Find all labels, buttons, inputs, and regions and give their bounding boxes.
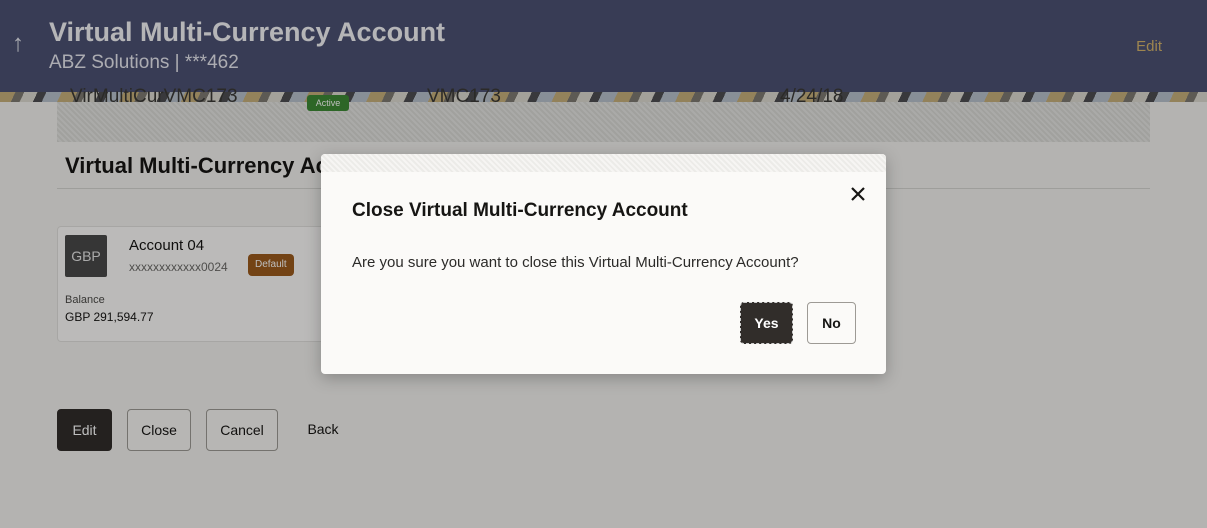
dialog-title: Close Virtual Multi-Currency Account xyxy=(352,200,688,221)
yes-button[interactable]: Yes xyxy=(740,302,793,344)
no-button[interactable]: No xyxy=(807,302,856,344)
confirm-dialog: Close Virtual Multi-Currency Account Are… xyxy=(321,154,886,374)
close-icon[interactable] xyxy=(850,182,866,208)
dialog-decoration xyxy=(321,154,886,172)
dialog-message: Are you sure you want to close this Virt… xyxy=(352,254,799,271)
